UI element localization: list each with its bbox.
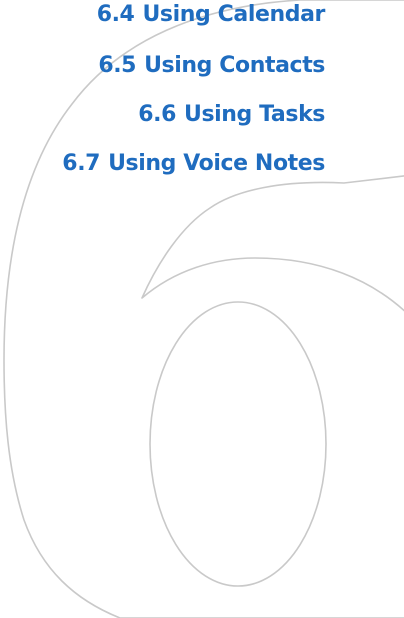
toc-entry-number: 6.6 [138,102,176,127]
toc-entry-contacts[interactable]: 6.5 Using Contacts [98,55,325,77]
chapter-contents-list: 6.4 Using Calendar 6.5 Using Contacts 6.6 U… [0,0,404,200]
six-inner-counter [149,301,327,587]
toc-entry-number: 6.4 [96,2,135,27]
toc-entry-number: 6.7 [62,151,101,176]
toc-entry-title: Using Contacts [144,53,325,78]
toc-entry-title: Using Tasks [183,102,325,127]
toc-entry-voice-notes[interactable]: 6.7 Using Voice Notes [62,153,325,175]
toc-entry-title: Using Calendar [142,2,325,27]
toc-entry-number: 6.5 [98,53,137,78]
toc-entry-title: Using Voice Notes [108,151,325,176]
toc-entry-calendar[interactable]: 6.4 Using Calendar [96,2,326,27]
toc-entry-tasks[interactable]: 6.6 Using Tasks [138,104,325,126]
